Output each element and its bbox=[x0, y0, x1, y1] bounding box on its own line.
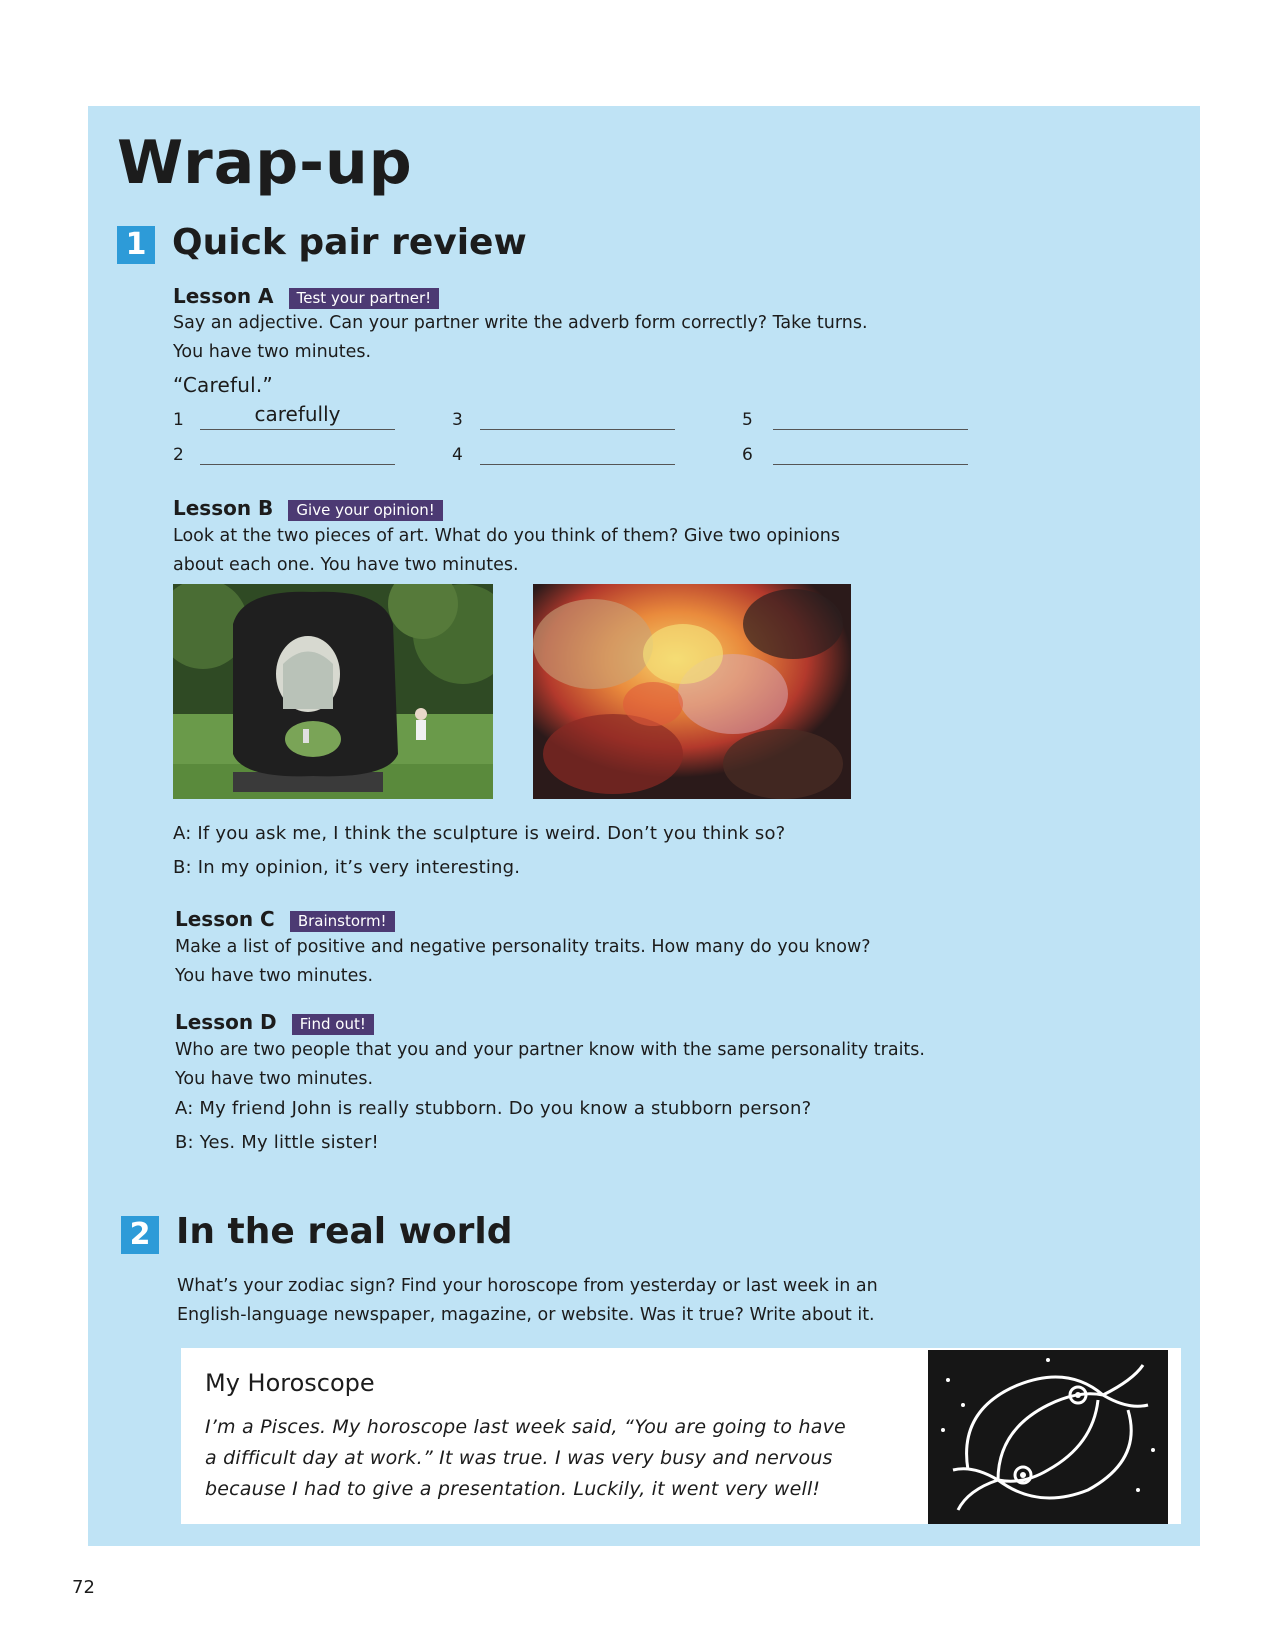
lesson-b-tag: Give your opinion! bbox=[288, 500, 443, 521]
lesson-d-instructions-line-2: You have two minutes. bbox=[175, 1069, 374, 1089]
blank-6-number: 6 bbox=[742, 445, 753, 465]
blank-5-line[interactable] bbox=[773, 428, 968, 430]
lesson-d-instructions: Who are two people that you and your par… bbox=[175, 1036, 925, 1094]
lesson-d-header: Lesson D Find out! bbox=[175, 1010, 374, 1035]
lesson-a-instructions: Say an adjective. Can your partner write… bbox=[173, 309, 868, 367]
blank-2-number: 2 bbox=[173, 445, 184, 465]
lesson-a-label: Lesson A bbox=[173, 284, 274, 308]
horoscope-line-3: because I had to give a presentation. Lu… bbox=[205, 1478, 821, 1500]
lesson-c-instructions-line-2: You have two minutes. bbox=[175, 966, 374, 986]
blank-1-number: 1 bbox=[173, 410, 184, 430]
blank-1-line[interactable] bbox=[200, 428, 395, 430]
speaker-b: B: bbox=[175, 1132, 194, 1153]
lesson-b-instructions-line-2: about each one. You have two minutes. bbox=[173, 555, 519, 575]
horoscope-title: My Horoscope bbox=[205, 1369, 375, 1397]
pisces-image bbox=[928, 1350, 1168, 1524]
blank-6-line[interactable] bbox=[773, 463, 968, 465]
section-2-instructions: What’s your zodiac sign? Find your horos… bbox=[177, 1272, 878, 1330]
dialog-text: In my opinion, it’s very interesting. bbox=[197, 857, 521, 878]
pisces-fish-icon bbox=[941, 1358, 1155, 1511]
lesson-c-header: Lesson C Brainstorm! bbox=[175, 907, 395, 932]
section-1-title: Quick pair review bbox=[172, 222, 527, 263]
horoscope-text: I’m a Pisces. My horoscope last week sai… bbox=[205, 1412, 846, 1505]
lesson-c-label: Lesson C bbox=[175, 907, 275, 931]
lesson-a-example: “Careful.” bbox=[173, 373, 273, 397]
lesson-c-instructions: Make a list of positive and negative per… bbox=[175, 933, 871, 991]
lesson-c-instructions-line-1: Make a list of positive and negative per… bbox=[175, 937, 871, 957]
blank-2-line[interactable] bbox=[200, 463, 395, 465]
lesson-b-instructions-line-1: Look at the two pieces of art. What do y… bbox=[173, 526, 840, 546]
lesson-d-label: Lesson D bbox=[175, 1010, 277, 1034]
lesson-b-instructions: Look at the two pieces of art. What do y… bbox=[173, 522, 840, 580]
lesson-c-tag: Brainstorm! bbox=[289, 911, 395, 932]
lesson-a-instructions-line-2: You have two minutes. bbox=[173, 342, 372, 362]
blank-3-line[interactable] bbox=[480, 428, 675, 430]
abstract-painting bbox=[533, 584, 851, 799]
lesson-d-instructions-line-1: Who are two people that you and your par… bbox=[175, 1040, 925, 1060]
blank-3-number: 3 bbox=[452, 410, 463, 430]
sculpture-photo bbox=[173, 584, 493, 799]
horoscope-line-1: I’m a Pisces. My horoscope last week sai… bbox=[205, 1416, 846, 1438]
section-2-number: 2 bbox=[121, 1216, 159, 1254]
section-2-instructions-line-1: What’s your zodiac sign? Find your horos… bbox=[177, 1276, 878, 1296]
page-number: 72 bbox=[72, 1577, 95, 1598]
horoscope-line-2: a difficult day at work.” It was true. I… bbox=[205, 1447, 833, 1469]
section-1-number: 1 bbox=[117, 226, 155, 264]
speaker-a: A: bbox=[173, 823, 192, 844]
blank-1-answer: carefully bbox=[254, 402, 341, 426]
lesson-a-instructions-line-1: Say an adjective. Can your partner write… bbox=[173, 313, 868, 333]
dialog-text: Yes. My little sister! bbox=[199, 1132, 379, 1153]
speaker-a: A: bbox=[175, 1098, 194, 1119]
blank-4-number: 4 bbox=[452, 445, 463, 465]
dialog-text: My friend John is really stubborn. Do yo… bbox=[199, 1098, 812, 1119]
section-2-instructions-line-2: English-language newspaper, magazine, or… bbox=[177, 1305, 875, 1325]
lesson-d-dialog-line-b: B: Yes. My little sister! bbox=[175, 1132, 379, 1153]
speaker-b: B: bbox=[173, 857, 192, 878]
blank-4-line[interactable] bbox=[480, 463, 675, 465]
lesson-b-dialog-line-a: A: If you ask me, I think the sculpture … bbox=[173, 823, 785, 844]
lesson-d-tag: Find out! bbox=[291, 1014, 374, 1035]
page-title: Wrap-up bbox=[117, 128, 413, 198]
lesson-b-dialog-line-b: B: In my opinion, it’s very interesting. bbox=[173, 857, 520, 878]
lesson-a-header: Lesson A Test your partner! bbox=[173, 284, 440, 309]
lesson-b-label: Lesson B bbox=[173, 496, 274, 520]
section-2-title: In the real world bbox=[176, 1211, 513, 1252]
dialog-text: If you ask me, I think the sculpture is … bbox=[197, 823, 786, 844]
blank-5-number: 5 bbox=[742, 410, 753, 430]
lesson-b-header: Lesson B Give your opinion! bbox=[173, 496, 443, 521]
lesson-a-tag: Test your partner! bbox=[288, 288, 440, 309]
lesson-d-dialog-line-a: A: My friend John is really stubborn. Do… bbox=[175, 1098, 811, 1119]
